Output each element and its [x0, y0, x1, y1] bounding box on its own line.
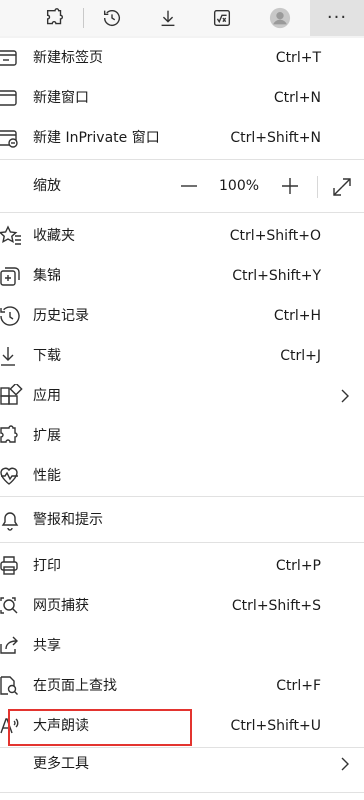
apps-label: 应用: [33, 388, 61, 404]
new-tab-shortcut: Ctrl+T: [275, 50, 321, 66]
extensions-icon: [0, 424, 24, 448]
new-tab-label: 新建标签页: [33, 50, 103, 66]
menu-item-favorites[interactable]: 收藏夹 Ctrl+Shift+O: [0, 216, 364, 256]
download-icon: [0, 344, 24, 368]
math-solver-icon[interactable]: [204, 0, 240, 36]
menu-divider: [0, 792, 364, 793]
downloads-shortcut: Ctrl+J: [280, 348, 321, 364]
highlight-box: [8, 709, 192, 746]
alerts-label: 警报和提示: [33, 512, 103, 528]
zoom-label: 缩放: [33, 178, 61, 194]
new-inprivate-shortcut: Ctrl+Shift+N: [230, 130, 321, 146]
more-icon: ···: [326, 7, 348, 28]
collections-label: 集锦: [33, 268, 61, 284]
profile-avatar-icon[interactable]: [262, 0, 298, 36]
extensions-icon[interactable]: [37, 0, 73, 36]
printer-icon: [0, 554, 24, 578]
menu-item-collections[interactable]: 集锦 Ctrl+Shift+Y: [0, 256, 364, 296]
find-in-page-icon: [0, 674, 24, 698]
share-label: 共享: [33, 638, 61, 654]
new-inprivate-label: 新建 InPrivate 窗口: [33, 130, 160, 146]
web-capture-shortcut: Ctrl+Shift+S: [231, 598, 321, 614]
browser-toolbar: ···: [0, 0, 364, 36]
history-icon[interactable]: [94, 0, 130, 36]
find-label: 在页面上查找: [33, 678, 117, 694]
menu-item-apps[interactable]: 应用: [0, 376, 364, 416]
inprivate-window-icon: [0, 126, 24, 150]
menu-item-new-window[interactable]: 新建窗口 Ctrl+N: [0, 78, 364, 118]
menu-item-downloads[interactable]: 下载 Ctrl+J: [0, 336, 364, 376]
history-shortcut: Ctrl+H: [273, 308, 321, 324]
fullscreen-icon[interactable]: [330, 175, 354, 199]
favorites-label: 收藏夹: [33, 228, 75, 244]
new-window-shortcut: Ctrl+N: [273, 90, 321, 106]
print-shortcut: Ctrl+P: [275, 558, 321, 574]
chevron-right-icon: [337, 388, 353, 404]
new-window-label: 新建窗口: [33, 90, 89, 106]
menu-item-alerts[interactable]: 警报和提示: [0, 500, 364, 540]
download-icon[interactable]: [150, 0, 186, 36]
more-menu-button[interactable]: ···: [310, 0, 364, 36]
more-tools-label: 更多工具: [33, 756, 89, 772]
share-icon: [0, 634, 24, 658]
apps-icon: [0, 382, 24, 408]
performance-label: 性能: [33, 468, 61, 484]
menu-item-share[interactable]: 共享: [0, 626, 364, 666]
favorites-shortcut: Ctrl+Shift+O: [229, 228, 321, 244]
find-shortcut: Ctrl+F: [276, 678, 321, 694]
history-label: 历史记录: [33, 308, 89, 324]
menu-item-more-tools[interactable]: 更多工具: [0, 744, 364, 784]
menu-divider: [0, 212, 364, 213]
collections-icon: [0, 264, 24, 288]
menu-item-web-capture[interactable]: 网页捕获 Ctrl+Shift+S: [0, 586, 364, 626]
menu-divider: [0, 159, 364, 160]
extensions-label: 扩展: [33, 428, 61, 444]
bell-icon: [0, 508, 24, 532]
zoom-value: 100%: [219, 178, 260, 194]
toolbar-divider: [83, 8, 84, 28]
new-window-icon: [0, 86, 24, 110]
menu-item-new-inprivate[interactable]: 新建 InPrivate 窗口 Ctrl+Shift+N: [0, 118, 364, 158]
web-capture-icon: [0, 594, 24, 618]
new-tab-icon: [0, 46, 24, 70]
zoom-in-button[interactable]: [280, 166, 300, 206]
menu-item-new-tab[interactable]: 新建标签页 Ctrl+T: [0, 38, 364, 78]
performance-icon: [0, 464, 24, 488]
menu-item-extensions[interactable]: 扩展: [0, 416, 364, 456]
collections-shortcut: Ctrl+Shift+Y: [232, 268, 321, 284]
settings-menu: 新建标签页 Ctrl+T 新建窗口 Ctrl+N 新建 InPrivate 窗口…: [0, 38, 364, 800]
read-aloud-shortcut: Ctrl+Shift+U: [230, 718, 321, 734]
menu-item-zoom: 缩放 100%: [0, 166, 364, 206]
menu-divider: [0, 496, 364, 497]
downloads-label: 下载: [33, 348, 61, 364]
menu-item-performance[interactable]: 性能: [0, 456, 364, 496]
print-label: 打印: [33, 558, 61, 574]
web-capture-label: 网页捕获: [33, 598, 89, 614]
menu-item-find[interactable]: 在页面上查找 Ctrl+F: [0, 666, 364, 706]
menu-divider: [0, 542, 364, 543]
menu-item-print[interactable]: 打印 Ctrl+P: [0, 546, 364, 586]
zoom-divider: [317, 176, 318, 198]
favorites-icon: [0, 224, 24, 248]
zoom-out-button[interactable]: [178, 166, 200, 206]
menu-item-history[interactable]: 历史记录 Ctrl+H: [0, 296, 364, 336]
chevron-right-icon: [337, 756, 353, 772]
history-icon: [0, 304, 24, 328]
